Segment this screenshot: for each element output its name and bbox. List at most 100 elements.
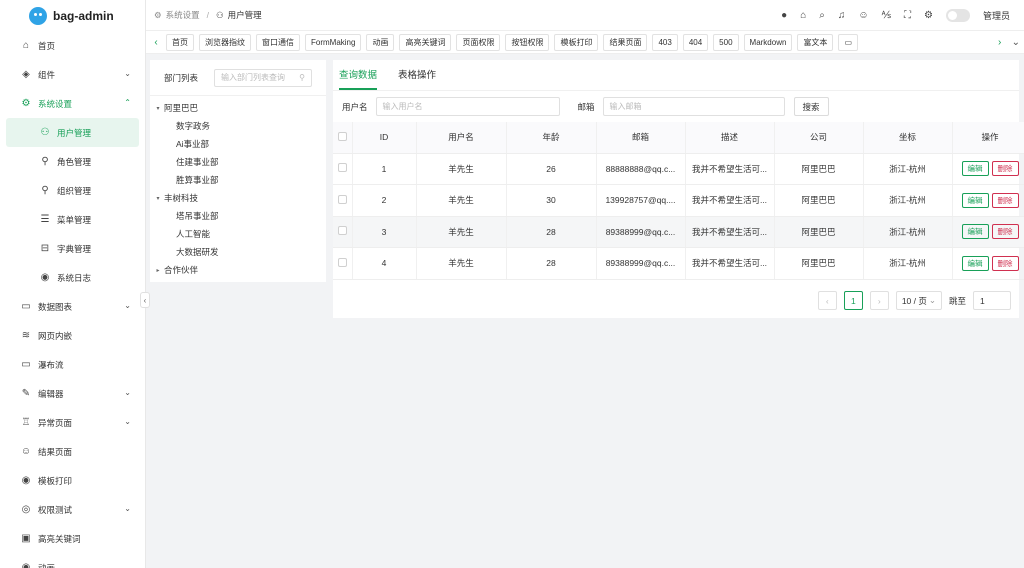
collapse-sidebar-button[interactable]: ‹	[140, 292, 150, 308]
jump-input[interactable]: 1	[973, 291, 1011, 310]
row-checkbox[interactable]	[337, 194, 347, 204]
tab-item[interactable]: FormMaking	[305, 33, 362, 51]
tab-table-ops[interactable]: 表格操作	[398, 67, 436, 90]
tab-item[interactable]: 窗口通信	[256, 33, 300, 51]
delete-button[interactable]: 删除	[991, 161, 1019, 177]
sidebar-item[interactable]: ⚲ 组织管理	[0, 176, 145, 205]
sidebar-item[interactable]: ⊟ 字典管理	[0, 234, 145, 263]
email-input[interactable]: 输入邮箱	[602, 97, 785, 116]
row-checkbox[interactable]	[337, 257, 347, 267]
row-select-cell[interactable]	[333, 153, 353, 185]
table-row[interactable]: 2 羊先生 30 139928757@qq.... 我并不希望生活可... 阿里巴巴 浙江-…	[333, 184, 1024, 217]
page-size-select[interactable]: 10 / 页 ⌄	[895, 291, 942, 310]
edit-button[interactable]: 编辑	[961, 255, 989, 271]
next-page-button[interactable]: ›	[869, 291, 889, 310]
edit-button[interactable]: 编辑	[961, 224, 989, 240]
tabs-next-icon[interactable]: ›	[998, 37, 1001, 48]
tabs-prev-icon[interactable]: ‹	[146, 37, 166, 48]
table-row[interactable]: 3 羊先生 28 89388999@qq.c... 我并不希望生活可... 阿里巴巴 浙江-…	[333, 216, 1024, 248]
row-select-cell[interactable]	[333, 216, 353, 248]
tree-node[interactable]: 数字政务	[152, 117, 326, 135]
sidebar-item[interactable]: ⚲ 角色管理	[0, 147, 145, 176]
tree-toggle-icon[interactable]: ▾	[152, 195, 164, 202]
tab-item[interactable]: 500	[713, 33, 739, 51]
tab-item[interactable]: 首页	[166, 33, 194, 51]
tree-toggle-icon[interactable]: ▾	[152, 105, 164, 112]
sidebar-item[interactable]: ◈ 组件 ⌄	[0, 60, 145, 89]
home-icon[interactable]: ⌂	[800, 10, 806, 21]
dept-search-input[interactable]: 输入部门列表查询 ⚲	[214, 68, 312, 87]
sidebar-item[interactable]: ⚇ 用户管理	[6, 118, 139, 147]
table-row[interactable]: 1 羊先生 26 88888888@qq.c... 我并不希望生活可... 阿里巴巴 浙江-…	[333, 153, 1024, 185]
tab-item[interactable]: 结果页面	[603, 33, 648, 51]
sidebar-item[interactable]: ▭ 瀑布流	[0, 350, 145, 379]
tab-item[interactable]: ▭	[838, 33, 858, 51]
tree-node[interactable]: 大数据研发	[152, 243, 326, 261]
tab-item[interactable]: Markdown	[743, 33, 793, 51]
delete-button[interactable]: 删除	[991, 224, 1019, 240]
select-all-checkbox[interactable]	[337, 131, 347, 141]
tabs-menu-icon[interactable]: ⌄	[1012, 37, 1020, 48]
page-current[interactable]: 1	[843, 291, 863, 310]
row-select-cell[interactable]	[333, 247, 353, 280]
tab-item[interactable]: 富文本	[797, 33, 834, 51]
tab-item[interactable]: 浏览器指纹	[199, 33, 251, 51]
sidebar-item[interactable]: ☺ 结果页面	[0, 437, 145, 466]
edit-button[interactable]: 编辑	[961, 192, 989, 208]
edit-button[interactable]: 编辑	[961, 161, 989, 177]
tree-node[interactable]: ▾ 阿里巴巴	[152, 99, 326, 117]
username-input[interactable]: 输入用户名	[375, 97, 560, 116]
tabs: 首页 浏览器指纹 窗口通信 FormMaking 动画 高亮关键词 页面权限 按钮权限 模板打印…	[166, 33, 994, 51]
sidebar-item[interactable]: ▣ 高亮关键词	[0, 524, 145, 553]
tree-node[interactable]: Ai事业部	[152, 135, 326, 153]
tab-item[interactable]: 按钮权限	[505, 33, 550, 51]
user-name[interactable]: 管理员	[983, 9, 1010, 22]
tree-node[interactable]: 住建事业部	[152, 153, 326, 171]
sidebar-item[interactable]: ◎ 权限测试 ⌄	[0, 495, 145, 524]
table-row[interactable]: 4 羊先生 28 89388999@qq.c... 我并不希望生活可... 阿里巴巴 浙江-…	[333, 247, 1024, 280]
row-select-cell[interactable]	[333, 184, 353, 217]
sidebar-item[interactable]: ◉ 系统日志	[0, 263, 145, 292]
tab-item[interactable]: 高亮关键词	[399, 33, 452, 51]
sidebar-item[interactable]: ◉ 模板打印	[0, 466, 145, 495]
breadcrumb-item[interactable]: 系统设置	[166, 9, 200, 21]
prev-page-button[interactable]: ‹	[817, 291, 837, 310]
fullscreen-icon[interactable]: ⛶	[904, 10, 911, 21]
tree-node[interactable]: 胜算事业部	[152, 171, 326, 189]
row-checkbox[interactable]	[337, 226, 347, 236]
sidebar: bag-admin ⌂ 首页 ◈ 组件 ⌄ ⚙ 系统设置 ⌃ ⚇ 用户管理 ⚲ 角色管理 ⚲ 组织管理 ☰ 菜…	[0, 0, 146, 568]
github-icon[interactable]: ●	[781, 10, 787, 21]
sidebar-item[interactable]: ✎ 编辑器 ⌄	[0, 379, 145, 408]
theme-toggle[interactable]	[945, 9, 970, 22]
sidebar-item[interactable]: ♖ 异常页面 ⌄	[0, 408, 145, 437]
logo[interactable]: bag-admin	[0, 0, 145, 31]
tab-item[interactable]: 403	[652, 33, 678, 51]
bell-icon[interactable]: ♫	[838, 10, 846, 21]
tab-item[interactable]: 页面权限	[456, 33, 501, 51]
tab-query[interactable]: 查询数据	[339, 67, 378, 90]
delete-button[interactable]: 删除	[991, 255, 1019, 271]
delete-button[interactable]: 删除	[991, 192, 1019, 208]
tab-item[interactable]: 404	[682, 33, 709, 51]
sidebar-item[interactable]: ⚙ 系统设置 ⌃	[0, 89, 145, 118]
tab-item[interactable]: 动画	[366, 33, 395, 51]
tab-item[interactable]: 模板打印	[554, 33, 599, 51]
tree-toggle-icon[interactable]: ▸	[152, 267, 164, 274]
select-all-cell[interactable]	[333, 122, 353, 154]
sidebar-item[interactable]: ▭ 数据图表 ⌄	[0, 292, 145, 321]
search-icon[interactable]: ⌕	[819, 10, 825, 21]
tree-node[interactable]: 人工智能	[152, 225, 326, 243]
search-button[interactable]: 搜索	[793, 97, 829, 116]
sidebar-item[interactable]: ≋ 网页内嵌	[0, 321, 145, 350]
translate-icon[interactable]: ⅍	[882, 10, 891, 21]
sidebar-item[interactable]: ☰ 菜单管理	[0, 205, 145, 234]
settings-icon[interactable]: ⚙	[924, 10, 933, 21]
row-checkbox[interactable]	[337, 163, 347, 173]
tree-node[interactable]: ▾ 丰树科技	[152, 189, 326, 207]
smile-icon[interactable]: ☺	[858, 10, 868, 21]
sidebar-item[interactable]: ◉ 动画	[0, 553, 145, 568]
sidebar-item[interactable]: ⌂ 首页	[0, 31, 145, 60]
tree-node[interactable]: 塔吊事业部	[152, 207, 326, 225]
cube-icon: ◈	[22, 69, 30, 80]
tree-node[interactable]: ▸ 合作伙伴	[152, 261, 326, 279]
